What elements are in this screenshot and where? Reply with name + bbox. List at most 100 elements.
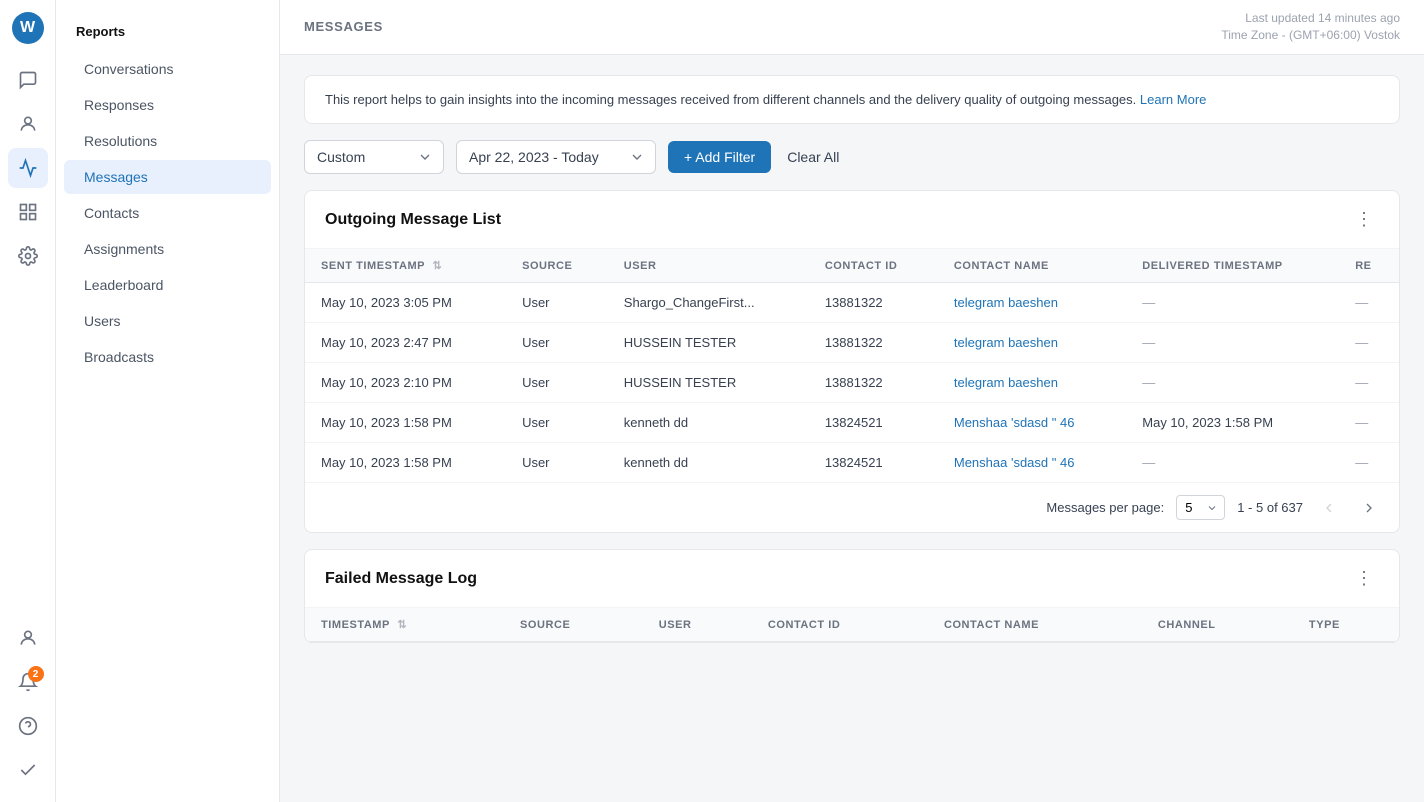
cell-source: User — [506, 363, 608, 403]
col-contact-id: CONTACT ID — [809, 249, 938, 283]
cell-sent-timestamp: May 10, 2023 1:58 PM — [305, 443, 506, 483]
cell-source: User — [506, 403, 608, 443]
conversations-nav-icon[interactable] — [8, 60, 48, 100]
page-title: MESSAGES — [304, 19, 383, 34]
table-row: May 10, 2023 1:58 PM User kenneth dd 138… — [305, 443, 1399, 483]
help-icon[interactable] — [8, 706, 48, 746]
sidebar-item-conversations[interactable]: Conversations — [64, 52, 271, 86]
contact-name-link[interactable]: telegram baeshen — [954, 375, 1058, 390]
main-content: MESSAGES Last updated 14 minutes ago Tim… — [280, 0, 1424, 802]
table-row: May 10, 2023 2:47 PM User HUSSEIN TESTER… — [305, 323, 1399, 363]
settings-nav-icon[interactable] — [8, 236, 48, 276]
cell-re: — — [1339, 403, 1399, 443]
contacts-nav-icon[interactable] — [8, 104, 48, 144]
cell-re: — — [1339, 443, 1399, 483]
cell-user: HUSSEIN TESTER — [608, 323, 809, 363]
content-area: This report helps to gain insights into … — [280, 55, 1424, 802]
checkmark-icon[interactable] — [8, 750, 48, 790]
cell-contact-name[interactable]: telegram baeshen — [938, 323, 1126, 363]
top-bar: MESSAGES Last updated 14 minutes ago Tim… — [280, 0, 1424, 55]
col-re: RE — [1339, 249, 1399, 283]
cell-contact-id: 13824521 — [809, 443, 938, 483]
cell-user: kenneth dd — [608, 403, 809, 443]
outgoing-card-menu-button[interactable]: ⋮ — [1349, 207, 1379, 232]
filter-date-select[interactable]: Apr 22, 2023 - Today — [456, 140, 656, 174]
per-page-label: Messages per page: — [1046, 500, 1164, 515]
failed-table-header-row: TIMESTAMP ⇅ SOURCE USER CONTACT ID CONTA… — [305, 608, 1399, 642]
reports-nav-icon[interactable] — [8, 148, 48, 188]
cell-delivered-timestamp: — — [1126, 443, 1339, 483]
app-logo: W — [12, 12, 44, 44]
sidebar-item-messages[interactable]: Messages — [64, 160, 271, 194]
prev-page-button[interactable] — [1315, 496, 1343, 520]
cell-contact-name[interactable]: telegram baeshen — [938, 363, 1126, 403]
col-source: SOURCE — [506, 249, 608, 283]
filter-type-select[interactable]: Custom Last 7 days Last 30 days Last 3 m… — [304, 140, 444, 174]
failed-card-header: Failed Message Log ⋮ — [305, 550, 1399, 608]
col-delivered-timestamp: DELIVERED TIMESTAMP — [1126, 249, 1339, 283]
failed-message-card: Failed Message Log ⋮ TIMESTAMP ⇅ SOURCE … — [304, 549, 1400, 643]
sidebar-item-contacts[interactable]: Contacts — [64, 196, 271, 230]
outgoing-card-header: Outgoing Message List ⋮ — [305, 191, 1399, 249]
outgoing-message-card: Outgoing Message List ⋮ SENT TIMESTAMP ⇅… — [304, 190, 1400, 533]
outgoing-table: SENT TIMESTAMP ⇅ SOURCE USER CONTACT ID … — [305, 249, 1399, 482]
cell-contact-name[interactable]: telegram baeshen — [938, 283, 1126, 323]
notification-icon[interactable]: 2 — [8, 662, 48, 702]
failed-card-menu-button[interactable]: ⋮ — [1349, 566, 1379, 591]
cell-user: Shargo_ChangeFirst... — [608, 283, 809, 323]
page-info: 1 - 5 of 637 — [1237, 500, 1303, 515]
cell-source: User — [506, 443, 608, 483]
sidebar-item-responses[interactable]: Responses — [64, 88, 271, 122]
cell-contact-id: 13881322 — [809, 323, 938, 363]
cell-sent-timestamp: May 10, 2023 2:47 PM — [305, 323, 506, 363]
cell-contact-name[interactable]: Menshaa 'sdasd " 46 — [938, 443, 1126, 483]
col-contact-id: CONTACT ID — [752, 608, 928, 642]
col-type: TYPE — [1293, 608, 1399, 642]
cell-delivered-timestamp: — — [1126, 363, 1339, 403]
assignments-nav-icon[interactable] — [8, 192, 48, 232]
learn-more-link[interactable]: Learn More — [1140, 92, 1206, 107]
outgoing-pagination: Messages per page: 5 10 25 1 - 5 of 637 — [305, 482, 1399, 532]
sidebar-item-users[interactable]: Users — [64, 304, 271, 338]
last-updated: Last updated 14 minutes ago Time Zone - … — [1221, 10, 1400, 44]
col-source: SOURCE — [504, 608, 643, 642]
col-sent-timestamp: SENT TIMESTAMP ⇅ — [305, 249, 506, 283]
filter-bar: Custom Last 7 days Last 30 days Last 3 m… — [304, 140, 1400, 174]
contact-name-link[interactable]: Menshaa 'sdasd " 46 — [954, 455, 1075, 470]
col-contact-name: CONTACT NAME — [928, 608, 1142, 642]
nav-section-title: Reports — [56, 16, 279, 51]
col-contact-name: CONTACT NAME — [938, 249, 1126, 283]
cell-source: User — [506, 283, 608, 323]
clear-all-button[interactable]: Clear All — [783, 141, 843, 173]
sort-icon: ⇅ — [432, 260, 442, 272]
col-channel: CHANNEL — [1142, 608, 1293, 642]
description-bar: This report helps to gain insights into … — [304, 75, 1400, 125]
cell-contact-name[interactable]: Menshaa 'sdasd " 46 — [938, 403, 1126, 443]
cell-delivered-timestamp: May 10, 2023 1:58 PM — [1126, 403, 1339, 443]
contact-name-link[interactable]: telegram baeshen — [954, 295, 1058, 310]
sort-icon: ⇅ — [397, 619, 407, 631]
failed-table: TIMESTAMP ⇅ SOURCE USER CONTACT ID CONTA… — [305, 608, 1399, 642]
sidebar-item-resolutions[interactable]: Resolutions — [64, 124, 271, 158]
add-filter-button[interactable]: + Add Filter — [668, 141, 771, 173]
col-timestamp: TIMESTAMP ⇅ — [305, 608, 504, 642]
cell-delivered-timestamp: — — [1126, 283, 1339, 323]
cell-re: — — [1339, 283, 1399, 323]
description-text: This report helps to gain insights into … — [325, 92, 1136, 107]
cell-contact-id: 13881322 — [809, 283, 938, 323]
cell-source: User — [506, 323, 608, 363]
user-avatar-icon[interactable] — [8, 618, 48, 658]
per-page-select[interactable]: 5 10 25 — [1176, 495, 1225, 520]
cell-sent-timestamp: May 10, 2023 2:10 PM — [305, 363, 506, 403]
sidebar-item-leaderboard[interactable]: Leaderboard — [64, 268, 271, 302]
next-page-button[interactable] — [1355, 496, 1383, 520]
sidebar-item-broadcasts[interactable]: Broadcasts — [64, 340, 271, 374]
contact-name-link[interactable]: telegram baeshen — [954, 335, 1058, 350]
sidebar-item-assignments[interactable]: Assignments — [64, 232, 271, 266]
cell-user: HUSSEIN TESTER — [608, 363, 809, 403]
failed-card-title: Failed Message Log — [325, 570, 477, 588]
contact-name-link[interactable]: Menshaa 'sdasd " 46 — [954, 415, 1075, 430]
cell-user: kenneth dd — [608, 443, 809, 483]
cell-sent-timestamp: May 10, 2023 1:58 PM — [305, 403, 506, 443]
cell-re: — — [1339, 323, 1399, 363]
